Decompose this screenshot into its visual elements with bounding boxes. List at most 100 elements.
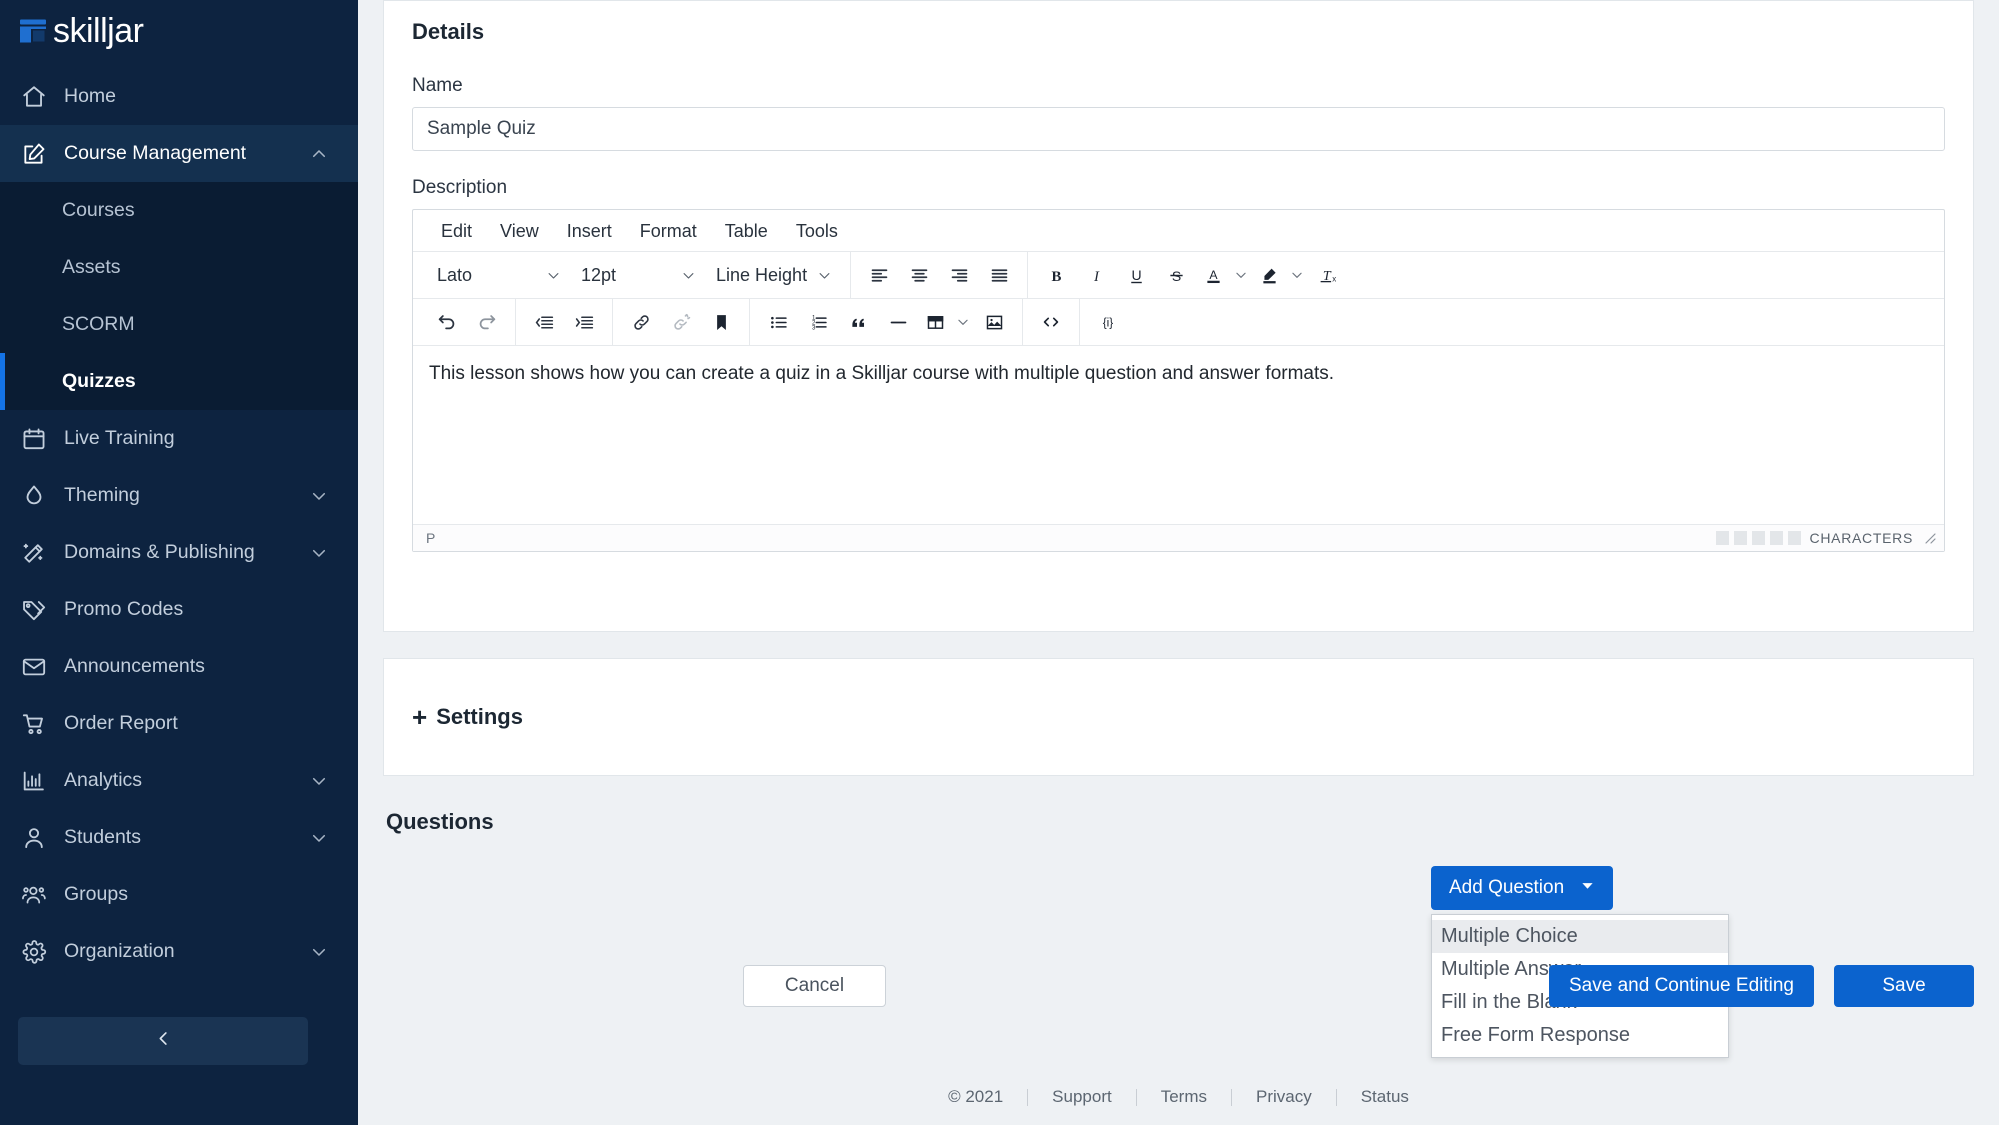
- undo-icon[interactable]: [427, 304, 467, 340]
- sidebar-item-quizzes[interactable]: Quizzes: [0, 353, 358, 410]
- image-icon[interactable]: [974, 304, 1014, 340]
- save-button[interactable]: Save: [1834, 965, 1974, 1007]
- strikethrough-icon[interactable]: S: [1156, 257, 1196, 293]
- sidebar-item-scorm[interactable]: SCORM: [0, 296, 358, 353]
- sidebar-item-domains-publishing[interactable]: Domains & Publishing: [0, 524, 358, 581]
- footer-link-privacy[interactable]: Privacy: [1232, 1087, 1336, 1107]
- editor-menu-format[interactable]: Format: [626, 210, 711, 252]
- svg-text:x: x: [1332, 274, 1336, 283]
- footer-link-terms[interactable]: Terms: [1137, 1087, 1231, 1107]
- line-height-select[interactable]: Line Height: [706, 258, 842, 292]
- align-center-icon[interactable]: [899, 257, 939, 293]
- sidebar-item-label: Theming: [64, 484, 140, 507]
- add-question-button[interactable]: Add Question: [1431, 866, 1613, 910]
- table-icon[interactable]: [918, 304, 952, 340]
- gear-icon: [19, 937, 49, 967]
- sidebar-item-courses[interactable]: Courses: [0, 182, 358, 239]
- sidebar-item-groups[interactable]: Groups: [0, 866, 358, 923]
- sidebar-item-theming[interactable]: Theming: [0, 467, 358, 524]
- line-height-value: Line Height: [716, 265, 807, 286]
- footer-link-status[interactable]: Status: [1337, 1087, 1433, 1107]
- sidebar-item-label: Organization: [64, 940, 175, 963]
- font-size-value: 12pt: [581, 265, 616, 286]
- brand-logo[interactable]: skilljar: [0, 0, 358, 62]
- indent-icon[interactable]: [564, 304, 604, 340]
- link-icon[interactable]: [621, 304, 661, 340]
- redo-icon[interactable]: [467, 304, 507, 340]
- settings-expand-toggle[interactable]: + Settings: [412, 704, 523, 730]
- editor-menu-tools[interactable]: Tools: [782, 210, 852, 252]
- footer: © 2021 Support Terms Privacy Status: [358, 1069, 1999, 1125]
- outdent-icon[interactable]: [524, 304, 564, 340]
- dropdown-item-multiple-choice[interactable]: Multiple Choice: [1432, 920, 1728, 953]
- character-count-redacted: [1716, 531, 1801, 545]
- editor-toolbar-row-2: 123: [413, 299, 1944, 346]
- numbered-list-icon[interactable]: 123: [798, 304, 838, 340]
- sidebar-item-announcements[interactable]: Announcements: [0, 638, 358, 695]
- align-right-icon[interactable]: [939, 257, 979, 293]
- italic-icon[interactable]: I: [1076, 257, 1116, 293]
- name-field-label: Name: [412, 75, 1945, 97]
- highlight-color-chevron-down-icon[interactable]: [1286, 257, 1308, 293]
- bullet-list-icon[interactable]: [758, 304, 798, 340]
- bold-icon[interactable]: B: [1036, 257, 1076, 293]
- settings-label: Settings: [436, 704, 523, 730]
- editor-menubar: Edit View Insert Format Table Tools: [413, 210, 1944, 252]
- editor-menu-insert[interactable]: Insert: [553, 210, 626, 252]
- sidebar-item-analytics[interactable]: Analytics: [0, 752, 358, 809]
- plus-icon: +: [412, 704, 427, 730]
- sidebar-item-live-training[interactable]: Live Training: [0, 410, 358, 467]
- sidebar-item-home[interactable]: Home: [0, 68, 358, 125]
- text-color-icon[interactable]: A: [1196, 257, 1230, 293]
- sidebar-item-organization[interactable]: Organization: [0, 923, 358, 980]
- sidebar-collapse-button[interactable]: [18, 1017, 308, 1065]
- editor-status-bar: P CHARACTERS: [413, 524, 1944, 551]
- droplet-icon: [19, 481, 49, 511]
- sidebar-subitem-label: Courses: [62, 199, 135, 222]
- sidebar-item-course-management[interactable]: Course Management: [0, 125, 358, 182]
- sidebar-item-promo-codes[interactable]: Promo Codes: [0, 581, 358, 638]
- text-color-chevron-down-icon[interactable]: [1230, 257, 1252, 293]
- users-group-icon: [19, 880, 49, 910]
- merge-tag-icon[interactable]: {i}: [1088, 304, 1128, 340]
- bookmark-icon[interactable]: [701, 304, 741, 340]
- footer-link-support[interactable]: Support: [1028, 1087, 1136, 1107]
- table-chevron-down-icon[interactable]: [952, 304, 974, 340]
- sidebar-item-order-report[interactable]: Order Report: [0, 695, 358, 752]
- chevron-down-icon: [310, 544, 328, 562]
- clear-formatting-icon[interactable]: Tx: [1308, 257, 1348, 293]
- editor-menu-view[interactable]: View: [486, 210, 553, 252]
- align-justify-icon[interactable]: [979, 257, 1019, 293]
- align-left-icon[interactable]: [859, 257, 899, 293]
- settings-card: + Settings: [383, 658, 1974, 776]
- save-and-continue-editing-button[interactable]: Save and Continue Editing: [1549, 965, 1814, 1007]
- source-code-icon[interactable]: [1031, 304, 1071, 340]
- sidebar-item-students[interactable]: Students: [0, 809, 358, 866]
- resize-grip-icon[interactable]: [1922, 530, 1938, 546]
- editor-align-group: [851, 252, 1028, 298]
- description-editor-body[interactable]: This lesson shows how you can create a q…: [413, 346, 1944, 524]
- chevron-down-icon: [817, 268, 832, 283]
- user-icon: [19, 823, 49, 853]
- editor-format-group: B I U S A: [1028, 252, 1356, 298]
- dropdown-item-free-form-response[interactable]: Free Form Response: [1432, 1019, 1728, 1052]
- name-input[interactable]: [412, 107, 1945, 151]
- cancel-button[interactable]: Cancel: [743, 965, 886, 1007]
- font-family-select[interactable]: Lato: [427, 258, 571, 292]
- sidebar-item-assets[interactable]: Assets: [0, 239, 358, 296]
- editor-link-group: [613, 299, 750, 345]
- chevron-down-icon: [546, 268, 561, 283]
- editor-menu-edit[interactable]: Edit: [427, 210, 486, 252]
- unlink-icon[interactable]: [661, 304, 701, 340]
- editor-menu-table[interactable]: Table: [711, 210, 782, 252]
- magic-wand-icon: [19, 538, 49, 568]
- underline-icon[interactable]: U: [1116, 257, 1156, 293]
- horizontal-rule-icon[interactable]: [878, 304, 918, 340]
- editor-indent-group: [516, 299, 613, 345]
- sidebar-subnav-course-management: Courses Assets SCORM Quizzes: [0, 182, 358, 410]
- highlight-color-icon[interactable]: [1252, 257, 1286, 293]
- main-content: Details Name Description Edit View Inser…: [358, 0, 1999, 1125]
- blockquote-icon[interactable]: [838, 304, 878, 340]
- font-size-select[interactable]: 12pt: [571, 258, 706, 292]
- sidebar-nav: Home Course Management Courses Assets: [0, 68, 358, 980]
